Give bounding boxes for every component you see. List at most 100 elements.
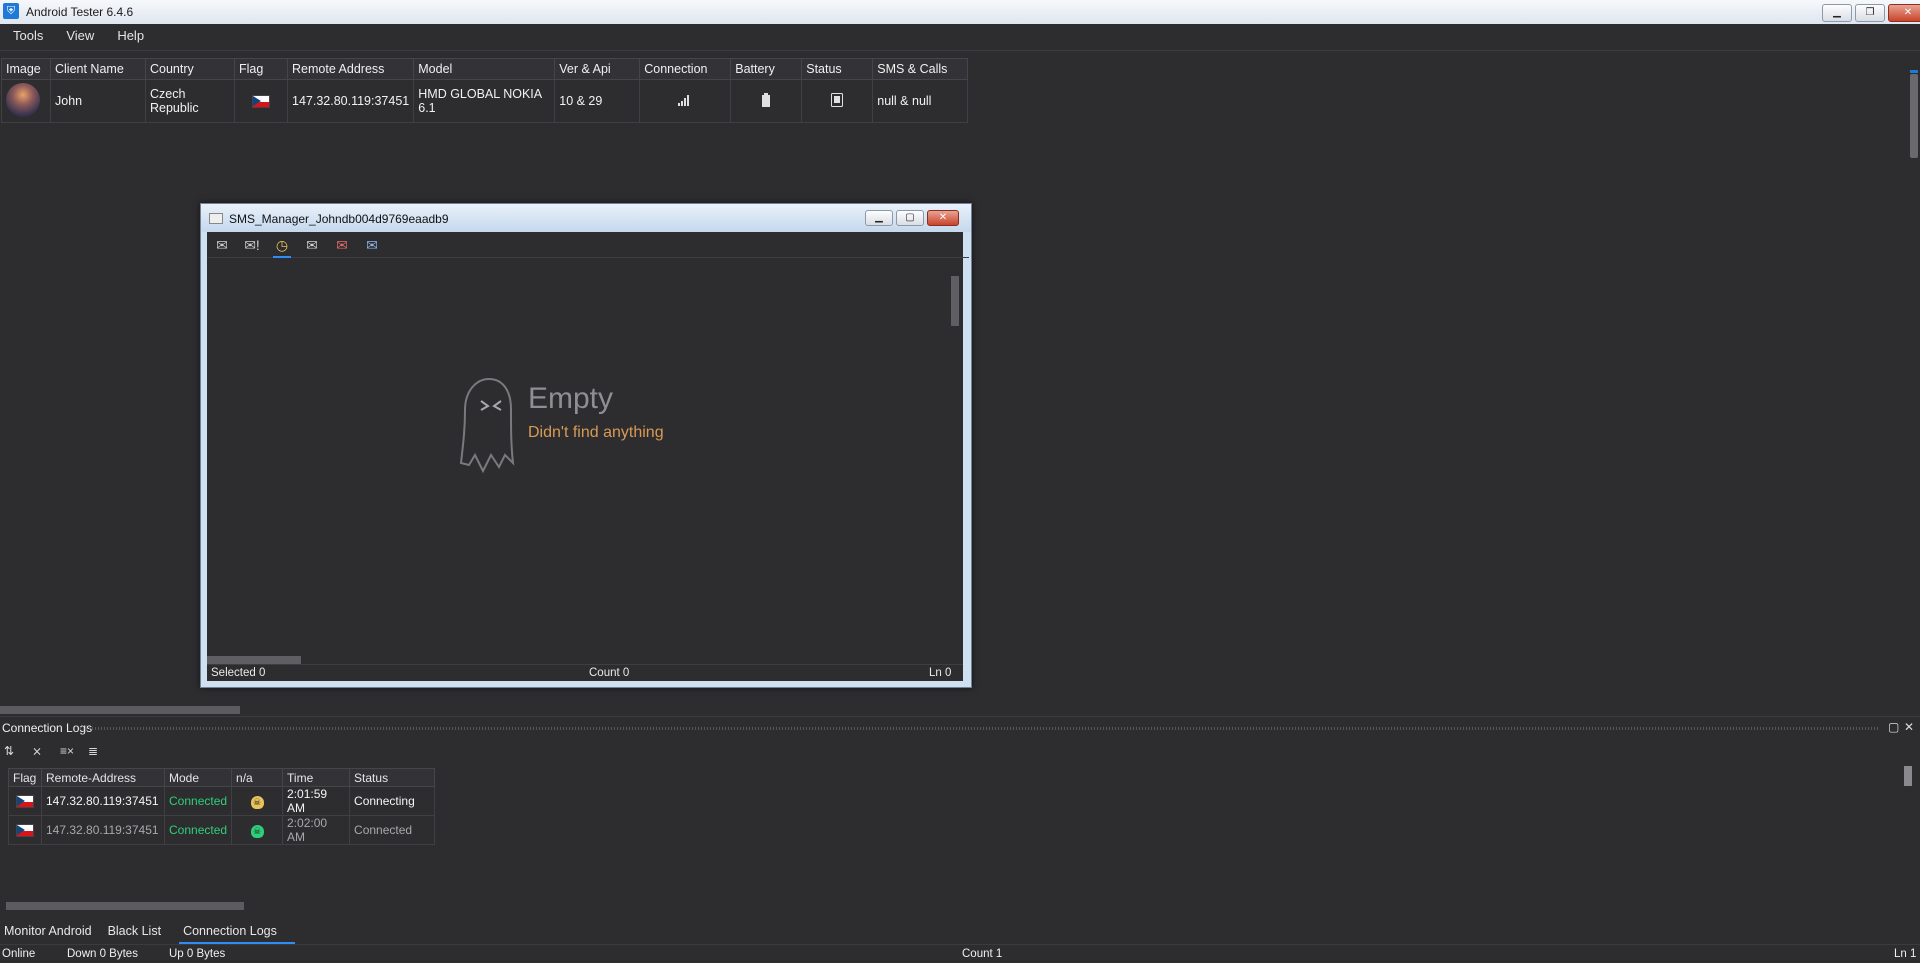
logs-col-remote-address[interactable]: Remote-Address xyxy=(41,768,165,787)
log-flag-cell xyxy=(8,786,42,816)
menu-help[interactable]: Help xyxy=(104,24,154,50)
logs-panel-title: Connection Logs xyxy=(2,721,93,735)
clear-selected-icon[interactable]: ⨯ xyxy=(32,744,48,758)
col-image[interactable]: Image xyxy=(1,58,51,80)
logs-table: Flag Remote-Address Mode n/a Time Status… xyxy=(8,768,436,845)
history-icon[interactable]: ◷ xyxy=(273,236,291,258)
panel-close-icon[interactable]: ✕ xyxy=(1904,720,1914,734)
ghost-icon xyxy=(459,377,515,474)
col-sms-calls[interactable]: SMS & Calls xyxy=(872,58,969,80)
sms-window-icon xyxy=(209,213,223,224)
client-battery-cell xyxy=(730,79,803,123)
sms-window-titlebar[interactable]: SMS_Manager_Johndb004d9769eaadb9 ▁ ▢ ✕ xyxy=(201,204,971,232)
main-scroll-indicator xyxy=(1910,70,1918,73)
col-remote-address[interactable]: Remote Address xyxy=(286,58,415,80)
sms-close-button[interactable]: ✕ xyxy=(927,210,959,226)
client-country: Czech Republic xyxy=(145,79,235,123)
skull-icon: ☠ xyxy=(250,824,264,838)
clear-all-icon[interactable]: ≡× xyxy=(60,744,76,758)
logs-panel-header: Connection Logs ▢ ✕ xyxy=(0,716,1920,737)
log-flag-cell xyxy=(8,815,42,845)
wrap-text-icon[interactable]: ≣ xyxy=(88,744,104,758)
sms-vertical-scrollbar[interactable] xyxy=(951,276,959,326)
czech-flag-icon xyxy=(16,795,34,809)
sms-window-title: SMS_Manager_Johndb004d9769eaadb9 xyxy=(229,212,449,226)
panel-maximize-icon[interactable]: ▢ xyxy=(1888,720,1899,734)
col-country[interactable]: Country xyxy=(145,58,235,80)
logs-col-time[interactable]: Time xyxy=(282,768,351,787)
logs-col-na[interactable]: n/a xyxy=(231,768,284,787)
status-down: Down 0 Bytes xyxy=(67,948,138,960)
sms-horizontal-scrollbar[interactable] xyxy=(207,656,301,664)
tab-monitor-android[interactable]: Monitor Android xyxy=(0,918,104,942)
close-button[interactable]: ✕ xyxy=(1888,4,1920,22)
restore-button[interactable]: ❐ xyxy=(1855,4,1885,22)
log-address: 147.32.80.119:37451 xyxy=(41,815,165,845)
status-line: Ln 1 xyxy=(1894,948,1917,960)
logs-col-status[interactable]: Status xyxy=(349,768,436,787)
col-battery[interactable]: Battery xyxy=(730,58,803,80)
status-up: Up 0 Bytes xyxy=(169,948,226,960)
czech-flag-icon xyxy=(16,824,34,838)
main-horizontal-scrollbar[interactable] xyxy=(0,706,240,714)
tab-black-list[interactable]: Black List xyxy=(104,918,174,942)
client-address: 147.32.80.119:37451 xyxy=(286,79,415,123)
client-row[interactable]: John Czech Republic 147.32.80.119:37451 … xyxy=(1,79,969,123)
log-status: Connecting xyxy=(349,786,436,816)
col-connection[interactable]: Connection xyxy=(639,58,732,80)
sms-window-controls: ▁ ▢ ✕ xyxy=(865,210,959,226)
col-status[interactable]: Status xyxy=(801,58,874,80)
delete-mail-icon[interactable]: ✉ xyxy=(333,236,351,254)
status-count: Count 1 xyxy=(962,948,1003,960)
client-connection-cell xyxy=(639,79,732,123)
signal-icon xyxy=(678,94,690,106)
tab-connection-logs[interactable]: Connection Logs xyxy=(179,918,295,944)
log-address: 147.32.80.119:37451 xyxy=(41,786,165,816)
menubar: Tools View Help xyxy=(0,24,1920,51)
czech-flag-icon xyxy=(252,95,270,109)
col-ver-api[interactable]: Ver & Api xyxy=(554,58,641,80)
main-vertical-scrollbar[interactable] xyxy=(1910,74,1918,158)
empty-subtitle: Didn't find anything xyxy=(528,424,664,441)
clients-table: Image Client Name Country Flag Remote Ad… xyxy=(1,58,969,123)
sort-icon[interactable]: ⇅ xyxy=(4,744,20,758)
panel-grip[interactable] xyxy=(80,727,1880,730)
skull-icon: ☠ xyxy=(250,795,264,809)
menu-tools[interactable]: Tools xyxy=(0,24,53,50)
client-name: John xyxy=(50,79,146,123)
inbox-icon[interactable]: ✉ xyxy=(213,236,231,254)
phone-status-icon xyxy=(831,92,844,107)
menu-view[interactable]: View xyxy=(53,24,104,50)
client-sms-calls: null & null xyxy=(872,79,969,123)
sms-client-area: ✉ ✉! ◷ ✉ ✉ ✉ Empty Didn't find anything … xyxy=(207,232,969,681)
logs-vertical-scrollbar[interactable] xyxy=(1904,766,1912,786)
log-na-cell: ☠ xyxy=(231,815,284,845)
client-status-cell xyxy=(801,79,874,123)
sent-mail-icon[interactable]: ✉ xyxy=(303,236,321,254)
sms-maximize-button[interactable]: ▢ xyxy=(896,210,924,226)
log-row[interactable]: 147.32.80.119:37451 Connected ☠ 2:01:59 … xyxy=(8,786,436,816)
col-client-name[interactable]: Client Name xyxy=(50,58,146,80)
logs-horizontal-scrollbar[interactable] xyxy=(6,902,244,910)
log-row[interactable]: 147.32.80.119:37451 Connected ☠ 2:02:00 … xyxy=(8,815,436,845)
client-ver: 10 & 29 xyxy=(554,79,641,123)
client-model: HMD GLOBAL NOKIA 6.1 xyxy=(413,79,556,123)
col-flag[interactable]: Flag xyxy=(234,58,288,80)
minimize-button[interactable]: ▁ xyxy=(1822,4,1852,22)
sms-minimize-button[interactable]: ▁ xyxy=(865,210,893,226)
bottom-tabs: Monitor Android Black List Connection Lo… xyxy=(0,918,295,944)
sms-line: Ln 0 xyxy=(929,667,952,679)
unread-mail-icon[interactable]: ✉! xyxy=(243,236,261,254)
col-model[interactable]: Model xyxy=(413,58,556,80)
logs-toolbar: ⇅ ⨯ ≡× ≣ xyxy=(4,744,104,758)
log-na-cell: ☠ xyxy=(231,786,284,816)
sms-selected-count: Selected 0 xyxy=(211,667,266,679)
log-mode: Connected xyxy=(163,786,233,816)
logs-col-mode[interactable]: Mode xyxy=(163,768,233,787)
battery-icon xyxy=(762,92,771,107)
empty-title: Empty xyxy=(528,382,614,415)
log-time: 2:01:59 AM xyxy=(282,786,351,816)
app-shield-icon: ⛨ xyxy=(3,3,19,19)
logs-col-flag[interactable]: Flag xyxy=(8,768,42,787)
draft-mail-icon[interactable]: ✉ xyxy=(363,236,381,254)
